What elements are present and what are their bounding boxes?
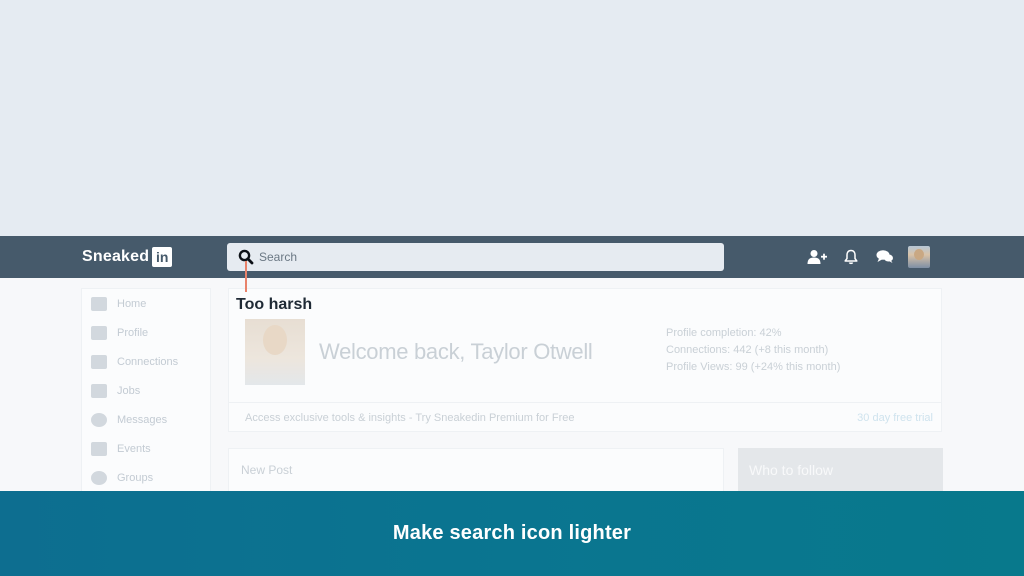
- caption-banner: Make search icon lighter: [0, 491, 1024, 576]
- who-to-follow-label: Who to follow: [749, 462, 834, 478]
- briefcase-icon: [91, 383, 107, 398]
- stat-profile-completion: Profile completion: 42%: [666, 327, 782, 339]
- search-box[interactable]: [227, 243, 724, 271]
- premium-promo: Access exclusive tools & insights - Try …: [229, 402, 941, 432]
- messages-icon: [91, 412, 107, 427]
- sidebar-item-label: Events: [117, 442, 151, 455]
- stat-profile-views: Profile Views: 99 (+24% this month): [666, 361, 841, 373]
- annotation-label: Too harsh: [236, 296, 313, 313]
- annotation-pointer-line: [245, 261, 247, 292]
- promo-text: Access exclusive tools & insights - Try …: [245, 412, 575, 424]
- who-to-follow-card: Who to follow: [738, 448, 943, 491]
- top-navbar: Sneaked in: [0, 236, 1024, 278]
- sidebar-item-groups[interactable]: Groups: [82, 463, 210, 491]
- logo[interactable]: Sneaked in: [82, 247, 173, 267]
- logo-text: Sneaked: [82, 248, 150, 265]
- sidebar-item-profile[interactable]: Profile: [82, 318, 210, 347]
- caption-text: Make search icon lighter: [392, 522, 632, 544]
- bell-icon[interactable]: [840, 246, 862, 268]
- avatar[interactable]: [908, 246, 930, 268]
- sidebar-item-connections[interactable]: Connections: [82, 347, 210, 376]
- profile-stats: Profile completion: 42% Connections: 442…: [666, 325, 840, 376]
- add-user-icon[interactable]: [806, 246, 828, 268]
- sidebar-item-label: Groups: [117, 471, 154, 484]
- handshake-icon: [91, 354, 107, 369]
- profile-photo[interactable]: [245, 319, 305, 385]
- sidebar-item-label: Connections: [117, 355, 179, 368]
- sidebar-item-label: Jobs: [117, 384, 141, 397]
- sidebar-item-label: Home: [117, 297, 147, 310]
- new-post-label: New Post: [241, 463, 293, 477]
- sidebar-item-label: Profile: [117, 326, 149, 339]
- sidebar-item-home[interactable]: Home: [82, 289, 210, 318]
- logo-badge: in: [152, 247, 173, 267]
- search-input[interactable]: [259, 243, 709, 271]
- home-icon: [91, 296, 107, 311]
- sidebar-item-label: Messages: [117, 413, 168, 426]
- free-trial-link[interactable]: 30 day free trial: [857, 412, 933, 424]
- new-post-card[interactable]: New Post: [228, 448, 724, 491]
- sidebar-item-jobs[interactable]: Jobs: [82, 376, 210, 405]
- profile-card-icon: [91, 325, 107, 340]
- sidebar-item-events[interactable]: Events: [82, 434, 210, 463]
- sidebar: Home Profile Connections Jobs Messages E…: [81, 288, 211, 491]
- welcome-title: Welcome back, Taylor Otwell: [319, 339, 593, 364]
- calendar-icon: [91, 441, 107, 456]
- nav-icons: [806, 244, 930, 270]
- welcome-card: Welcome back, Taylor Otwell Profile comp…: [228, 288, 942, 432]
- sidebar-item-messages[interactable]: Messages: [82, 405, 210, 434]
- page-content: Home Profile Connections Jobs Messages E…: [0, 278, 1024, 491]
- chat-icon[interactable]: [874, 246, 896, 268]
- group-icon: [91, 470, 107, 485]
- stat-connections: Connections: 442 (+8 this month): [666, 344, 829, 356]
